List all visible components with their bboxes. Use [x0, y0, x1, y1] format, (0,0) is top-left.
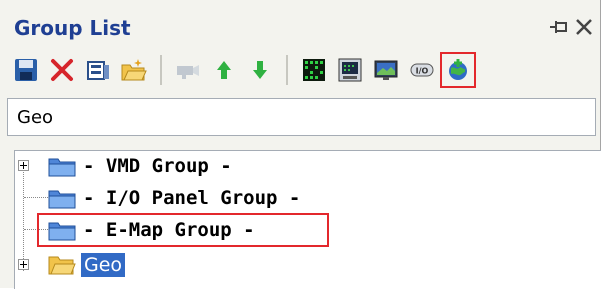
properties-button[interactable]: [82, 54, 114, 86]
open-folder-icon: [121, 59, 147, 81]
expand-toggle[interactable]: [18, 160, 29, 171]
tree-item-emap-group[interactable]: - E-Map Group -: [83, 219, 255, 241]
folder-icon: [48, 158, 76, 177]
emap-icon: [374, 60, 398, 80]
camera-button[interactable]: [172, 54, 204, 86]
search-box: [7, 98, 596, 136]
toolbar-separator: [160, 55, 162, 85]
delete-button[interactable]: [46, 54, 78, 86]
vmd-button[interactable]: [298, 54, 330, 86]
add-geo-icon: [449, 59, 467, 80]
save-button[interactable]: [10, 54, 42, 86]
tree-item-io-panel-group[interactable]: - I/O Panel Group -: [83, 187, 300, 209]
io-icon: I/O: [410, 63, 434, 77]
emap-button[interactable]: [370, 54, 402, 86]
save-icon: [15, 59, 37, 81]
move-down-button[interactable]: [244, 54, 276, 86]
close-button[interactable]: [572, 14, 596, 40]
io-panel-button[interactable]: [334, 54, 366, 86]
group-list-panel: Group List I/O Geo - VMD Group - - I/O P…: [0, 0, 601, 289]
io-button[interactable]: I/O: [406, 54, 438, 86]
properties-icon: [87, 61, 109, 80]
move-up-button[interactable]: [208, 54, 240, 86]
camera-icon: [177, 65, 199, 79]
pin-icon: [550, 21, 567, 33]
vmd-icon: [303, 59, 325, 81]
toolbar-separator: [286, 55, 288, 85]
expand-toggle[interactable]: [18, 259, 29, 270]
tree-item-geo[interactable]: Geo: [81, 253, 126, 277]
pin-button[interactable]: [547, 14, 571, 40]
folder-open-icon: [48, 256, 76, 275]
toolbar: I/O: [10, 50, 478, 90]
group-tree: - VMD Group - - I/O Panel Group - - E-Ma…: [14, 150, 601, 289]
tree-line: [23, 161, 25, 271]
tree-item-vmd-group[interactable]: - VMD Group -: [83, 155, 232, 177]
close-icon: [576, 19, 592, 35]
folder-icon: [48, 222, 76, 241]
folder-icon: [48, 190, 76, 209]
move-down-icon: [253, 61, 267, 79]
svg-text:I/O: I/O: [416, 67, 429, 76]
io-panel-icon: [338, 58, 362, 82]
delete-icon: [51, 59, 73, 81]
panel-title: Group List: [14, 16, 131, 40]
add-geo-button[interactable]: [440, 52, 476, 88]
move-up-icon: [217, 61, 231, 79]
open-folder-button[interactable]: [118, 54, 150, 86]
search-input[interactable]: [8, 99, 595, 135]
